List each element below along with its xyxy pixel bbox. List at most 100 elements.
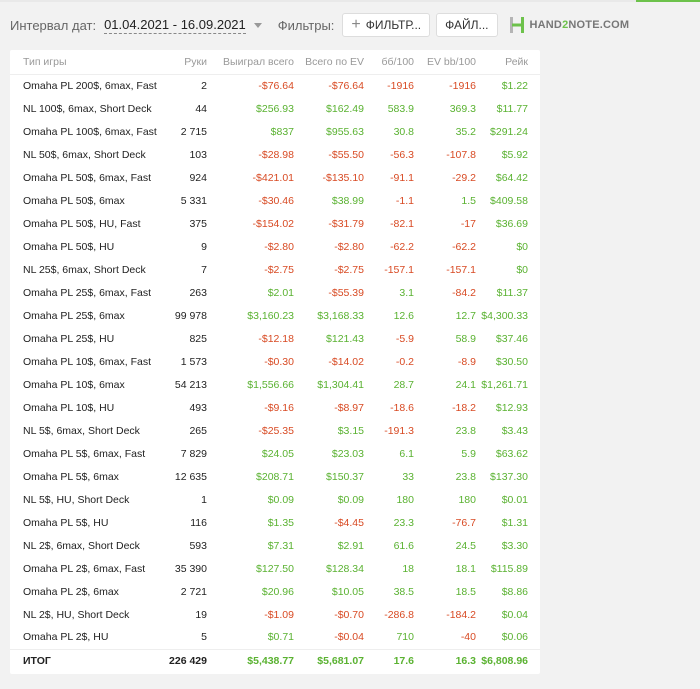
top-accent-bar <box>636 0 700 2</box>
table-row[interactable]: Omaha PL 50$, 6max 5 331 -$30.46 $38.99 -1.1… <box>10 189 540 212</box>
date-interval-label: Интервал дат: <box>10 17 97 33</box>
cell-game-type: Omaha PL 5$, HU <box>23 516 109 529</box>
date-range-picker[interactable]: 01.04.2021 - 16.09.2021 <box>104 17 246 34</box>
cell-rake: $36.69 <box>495 217 528 230</box>
cell-ev-total: $1,304.41 <box>317 378 364 391</box>
col-header-won-total[interactable]: Выиграл всего <box>207 50 294 75</box>
table-row[interactable]: NL 2$, 6max, Short Deck 593 $7.31 $2.91 61.6… <box>10 534 540 557</box>
cell-game-type: NL 2$, 6max, Short Deck <box>23 539 140 552</box>
file-button[interactable]: ФАЙЛ... <box>436 13 498 37</box>
table-row[interactable]: NL 5$, 6max, Short Deck 265 -$25.35 $3.15 -1… <box>10 419 540 442</box>
cell-rake: $1.22 <box>501 79 528 92</box>
cell-ev-total: $3,168.33 <box>317 309 364 322</box>
cell-ev-bb100: 58.9 <box>455 332 476 345</box>
cell-bb100: -286.8 <box>384 608 414 621</box>
cell-hands: 263 <box>189 286 207 299</box>
cell-game-type: Omaha PL 50$, 6max, Fast <box>23 171 152 184</box>
table-row[interactable]: Omaha PL 10$, HU 493 -$9.16 -$8.97 -18.6 -18.… <box>10 396 540 419</box>
filters-label: Фильтры: <box>277 17 335 33</box>
table-row[interactable]: Omaha PL 25$, 6max, Fast 263 $2.01 -$55.39 3… <box>10 281 540 304</box>
table-row[interactable]: Omaha PL 25$, 6max 99 978 $3,160.23 $3,168.… <box>10 304 540 327</box>
table-row[interactable]: Omaha PL 2$, HU 5 $0.71 -$0.04 710 -40 $0.06 <box>10 626 540 649</box>
cell-ev-bb100: 24.1 <box>455 378 476 391</box>
cell-won-total: $0.09 <box>267 493 294 506</box>
cell-ev-total: -$2.75 <box>334 263 364 276</box>
stats-table-card: Тип игры Руки Выиграл всего Всего по EV … <box>10 50 540 674</box>
cell-hands: 99 978 <box>174 309 207 322</box>
cell-won-total: -$1.09 <box>264 608 294 621</box>
cell-ev-bb100: 5.9 <box>461 447 476 460</box>
cell-bb100: 38.5 <box>393 585 414 598</box>
cell-bb100: 583.9 <box>387 102 414 115</box>
cell-game-type: Omaha PL 200$, 6max, Fast <box>23 79 157 92</box>
table-row[interactable]: NL 5$, HU, Short Deck 1 $0.09 $0.09 180 180 $0… <box>10 488 540 511</box>
cell-won-total: $208.71 <box>256 470 294 483</box>
cell-ev-bb100: 369.3 <box>449 102 476 115</box>
table-row[interactable]: NL 100$, 6max, Short Deck 44 $256.93 $162.4… <box>10 97 540 120</box>
cell-rake: $0.04 <box>501 608 528 621</box>
cell-won-total: $2.01 <box>267 286 294 299</box>
cell-won-total: $127.50 <box>256 562 294 575</box>
col-header-game-type[interactable]: Тип игры <box>10 50 160 75</box>
table-row[interactable]: Omaha PL 2$, 6max, Fast 35 390 $127.50 $128… <box>10 557 540 580</box>
cell-won-total: -$421.01 <box>252 171 294 184</box>
plus-icon: + <box>351 16 361 33</box>
cell-ev-bb100: -107.8 <box>446 148 476 161</box>
cell-ev-bb100: 35.2 <box>455 125 476 138</box>
hand2note-logo: HAND2NOTE.COM <box>508 16 630 34</box>
table-row[interactable]: NL 50$, 6max, Short Deck 103 -$28.98 -$55.5… <box>10 143 540 166</box>
table-row[interactable]: Omaha PL 50$, 6max, Fast 924 -$421.01 -$135… <box>10 166 540 189</box>
cell-ev-bb100: 12.7 <box>455 309 476 322</box>
table-row[interactable]: Omaha PL 50$, HU, Fast 375 -$154.02 -$31.79… <box>10 212 540 235</box>
col-header-bb100[interactable]: бб/100 <box>364 50 414 75</box>
cell-won-total: $20.96 <box>261 585 294 598</box>
table-row[interactable]: Omaha PL 5$, 6max, Fast 7 829 $24.05 $23.03… <box>10 442 540 465</box>
cell-won-total: $256.93 <box>256 102 294 115</box>
chevron-down-icon[interactable] <box>253 22 262 28</box>
table-row[interactable]: Omaha PL 50$, HU 9 -$2.80 -$2.80 -62.2 -62.2 $… <box>10 235 540 258</box>
col-header-ev-total[interactable]: Всего по EV <box>294 50 364 75</box>
cell-ev-total: $2.91 <box>337 539 364 552</box>
table-row[interactable]: Omaha PL 10$, 6max 54 213 $1,556.66 $1,304.… <box>10 373 540 396</box>
cell-hands: 103 <box>189 148 207 161</box>
stats-table: Тип игры Руки Выиграл всего Всего по EV … <box>10 50 540 673</box>
cell-won-total: -$2.80 <box>264 240 294 253</box>
table-row[interactable]: NL 2$, HU, Short Deck 19 -$1.09 -$0.70 -286.… <box>10 603 540 626</box>
table-row[interactable]: Omaha PL 100$, 6max, Fast 2 715 $837 $955.6… <box>10 120 540 143</box>
cell-rake: $37.46 <box>495 332 528 345</box>
cell-game-type: Omaha PL 10$, HU <box>23 401 115 414</box>
cell-game-type: ИТОГ <box>10 648 160 673</box>
cell-ev-total: $23.03 <box>331 447 364 460</box>
table-header-row: Тип игры Руки Выиграл всего Всего по EV … <box>10 50 540 75</box>
cell-rake: $12.93 <box>495 401 528 414</box>
table-row[interactable]: NL 25$, 6max, Short Deck 7 -$2.75 -$2.75 -15… <box>10 258 540 281</box>
cell-game-type: Omaha PL 5$, 6max, Fast <box>23 447 146 460</box>
cell-bb100: -0.2 <box>395 355 414 368</box>
cell-ev-total: $5,681.07 <box>294 648 364 673</box>
col-header-ev-bb100[interactable]: EV bb/100 <box>414 50 476 75</box>
cell-won-total: $1.35 <box>267 516 294 529</box>
table-row[interactable]: Omaha PL 25$, HU 825 -$12.18 $121.43 -5.9 58.… <box>10 327 540 350</box>
table-row[interactable]: Omaha PL 10$, 6max, Fast 1 573 -$0.30 -$14.… <box>10 350 540 373</box>
cell-game-type: NL 25$, 6max, Short Deck <box>23 263 146 276</box>
table-row[interactable]: Omaha PL 5$, HU 116 $1.35 -$4.45 23.3 -76.7 $1… <box>10 511 540 534</box>
cell-won-total: -$28.98 <box>258 148 294 161</box>
col-header-rake[interactable]: Рейк <box>476 50 540 75</box>
add-filter-button[interactable]: + ФИЛЬТР... <box>342 13 431 37</box>
cell-rake: $3.30 <box>501 539 528 552</box>
table-total-row[interactable]: ИТОГ 226 429 $5,438.77 $5,681.07 17.6 16.3 $6,… <box>10 648 540 673</box>
cell-bb100: 710 <box>396 631 414 644</box>
cell-ev-bb100: 16.3 <box>414 648 476 673</box>
table-row[interactable]: Omaha PL 2$, 6max 2 721 $20.96 $10.05 38.5 18… <box>10 580 540 603</box>
cell-ev-total: $10.05 <box>331 585 364 598</box>
table-row[interactable]: Omaha PL 5$, 6max 12 635 $208.71 $150.37 33 2… <box>10 465 540 488</box>
cell-bb100: -18.6 <box>390 401 414 414</box>
col-header-hands[interactable]: Руки <box>160 50 207 75</box>
cell-hands: 116 <box>190 516 207 529</box>
cell-bb100: -157.1 <box>384 263 414 276</box>
hand2note-logo-text: HAND2NOTE.COM <box>529 19 630 31</box>
table-row[interactable]: Omaha PL 200$, 6max, Fast 2 -$76.64 -$76.64… <box>10 74 540 97</box>
cell-hands: 375 <box>189 217 207 230</box>
cell-bb100: 12.6 <box>393 309 414 322</box>
cell-game-type: NL 5$, 6max, Short Deck <box>23 424 140 437</box>
